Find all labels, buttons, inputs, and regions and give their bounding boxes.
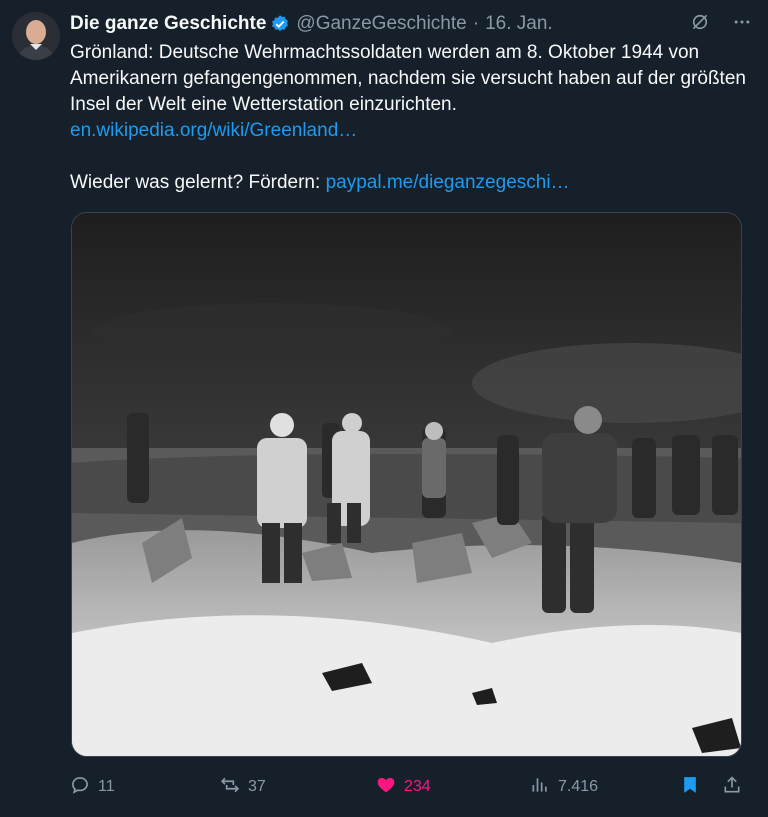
separator-dot: ·	[472, 13, 480, 34]
wikipedia-link[interactable]: en.wikipedia.org/wiki/Greenland…	[70, 120, 357, 141]
bookmark-icon	[680, 775, 700, 800]
share-icon	[722, 775, 742, 800]
repost-button[interactable]: 37	[220, 775, 266, 800]
reply-button[interactable]: 11	[70, 775, 115, 800]
paypal-link[interactable]: paypal.me/dieganzegeschi…	[326, 172, 570, 193]
author-name[interactable]: Die ganze Geschichte	[70, 13, 266, 35]
action-bar: 11 37 234 7.416	[70, 772, 742, 802]
like-button[interactable]: 234	[376, 775, 431, 800]
tweet-date[interactable]: 16. Jan.	[485, 13, 553, 35]
reply-count: 11	[98, 778, 115, 795]
views-icon	[530, 775, 550, 800]
tweet-body: Grönland: Deutsche Wehrmachtssoldaten we…	[70, 42, 746, 115]
views-button[interactable]: 7.416	[530, 775, 598, 800]
tweet-header: Die ganze Geschichte @GanzeGeschichte · …	[70, 12, 752, 36]
share-button[interactable]	[722, 775, 742, 800]
verified-badge-icon	[270, 14, 290, 34]
repost-count: 37	[248, 778, 266, 795]
like-count: 234	[404, 778, 431, 795]
tweet-text: Grönland: Deutsche Wehrmachtssoldaten we…	[70, 40, 750, 196]
reply-icon	[70, 775, 90, 800]
tweet-photo[interactable]	[71, 212, 742, 757]
like-icon	[376, 775, 396, 800]
author-handle[interactable]: @GanzeGeschichte	[296, 13, 466, 35]
avatar[interactable]	[12, 12, 60, 60]
bookmark-button[interactable]	[680, 775, 700, 800]
more-icon[interactable]	[732, 12, 752, 38]
support-text: Wieder was gelernt? Fördern:	[70, 172, 326, 193]
views-count: 7.416	[558, 778, 599, 795]
repost-icon	[220, 775, 240, 800]
grok-icon[interactable]	[690, 12, 710, 38]
